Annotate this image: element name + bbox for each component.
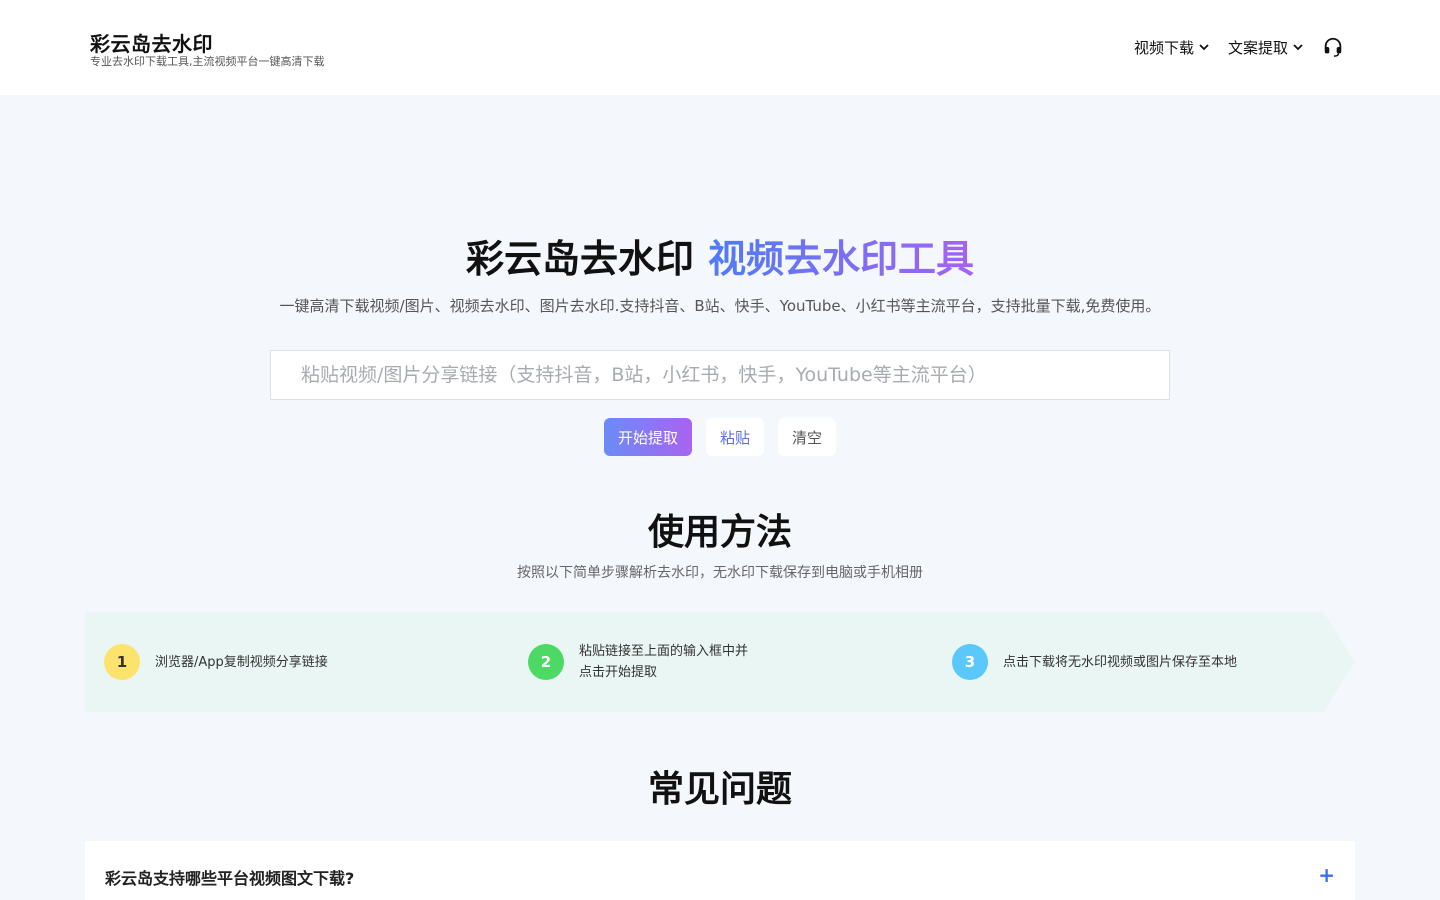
nav-video-download-label: 视频下载 — [1133, 38, 1194, 57]
hero-title-accent: 视频去水印工具 — [708, 237, 975, 281]
step-text-line: 点击下载将无水印视频或图片保存至本地 — [1003, 654, 1238, 670]
step-text: 粘贴链接至上面的输入框中并 点击开始提取 — [579, 641, 748, 683]
step-3: 3 点击下载将无水印视频或图片保存至本地 — [952, 612, 1237, 712]
nav-text-extract[interactable]: 文案提取 — [1228, 37, 1304, 58]
step-number: 3 — [952, 644, 988, 680]
paste-button[interactable]: 粘贴 — [706, 418, 764, 456]
hero-description: 一键高清下载视频/图片、视频去水印、图片去水印.支持抖音、B站、快手、YouTu… — [279, 297, 1161, 315]
step-1: 1 浏览器/App复制视频分享链接 — [104, 612, 328, 712]
clear-button[interactable]: 清空 — [778, 418, 836, 456]
faq-question: 彩云岛支持哪些平台视频图文下载? — [105, 869, 355, 888]
usage-title: 使用方法 — [647, 512, 792, 553]
top-nav: 视频下载 文案提取 — [1134, 36, 1344, 58]
step-text-line: 浏览器/App复制视频分享链接 — [155, 654, 328, 670]
step-number: 2 — [528, 644, 564, 680]
chevron-down-icon — [1199, 44, 1209, 51]
steps-band: 1 浏览器/App复制视频分享链接 2 粘贴链接至上面的输入框中并 点击开始提取… — [85, 612, 1355, 712]
step-2: 2 粘贴链接至上面的输入框中并 点击开始提取 — [528, 612, 748, 712]
faq-item[interactable]: 彩云岛支持哪些平台视频图文下载? + — [85, 841, 1355, 900]
nav-video-download[interactable]: 视频下载 — [1134, 37, 1210, 58]
headset-icon[interactable] — [1322, 36, 1344, 58]
hero-title: 彩云岛去水印 视频去水印工具 — [0, 228, 1440, 283]
step-text: 浏览器/App复制视频分享链接 — [155, 652, 328, 673]
chevron-down-icon — [1293, 44, 1303, 51]
nav-text-extract-label: 文案提取 — [1227, 38, 1288, 57]
step-text-line: 粘贴链接至上面的输入框中并 — [579, 644, 749, 659]
step-number: 1 — [104, 644, 140, 680]
step-text: 点击下载将无水印视频或图片保存至本地 — [1003, 652, 1237, 673]
site-header: 彩云岛去水印 专业去水印下载工具,主流视频平台一键高清下载 视频下载 文案提取 — [0, 0, 1440, 95]
brand-subtitle: 专业去水印下载工具,主流视频平台一键高清下载 — [90, 55, 325, 68]
plus-icon[interactable]: + — [1318, 865, 1335, 885]
hero-title-main: 彩云岛去水印 — [465, 237, 694, 281]
faq-title: 常见问题 — [647, 769, 792, 810]
link-input[interactable] — [270, 350, 1170, 400]
start-extract-button[interactable]: 开始提取 — [604, 418, 692, 456]
usage-subtitle: 按照以下简单步骤解析去水印，无水印下载保存到电脑或手机相册 — [517, 565, 923, 581]
step-text-line: 点击开始提取 — [579, 665, 658, 680]
